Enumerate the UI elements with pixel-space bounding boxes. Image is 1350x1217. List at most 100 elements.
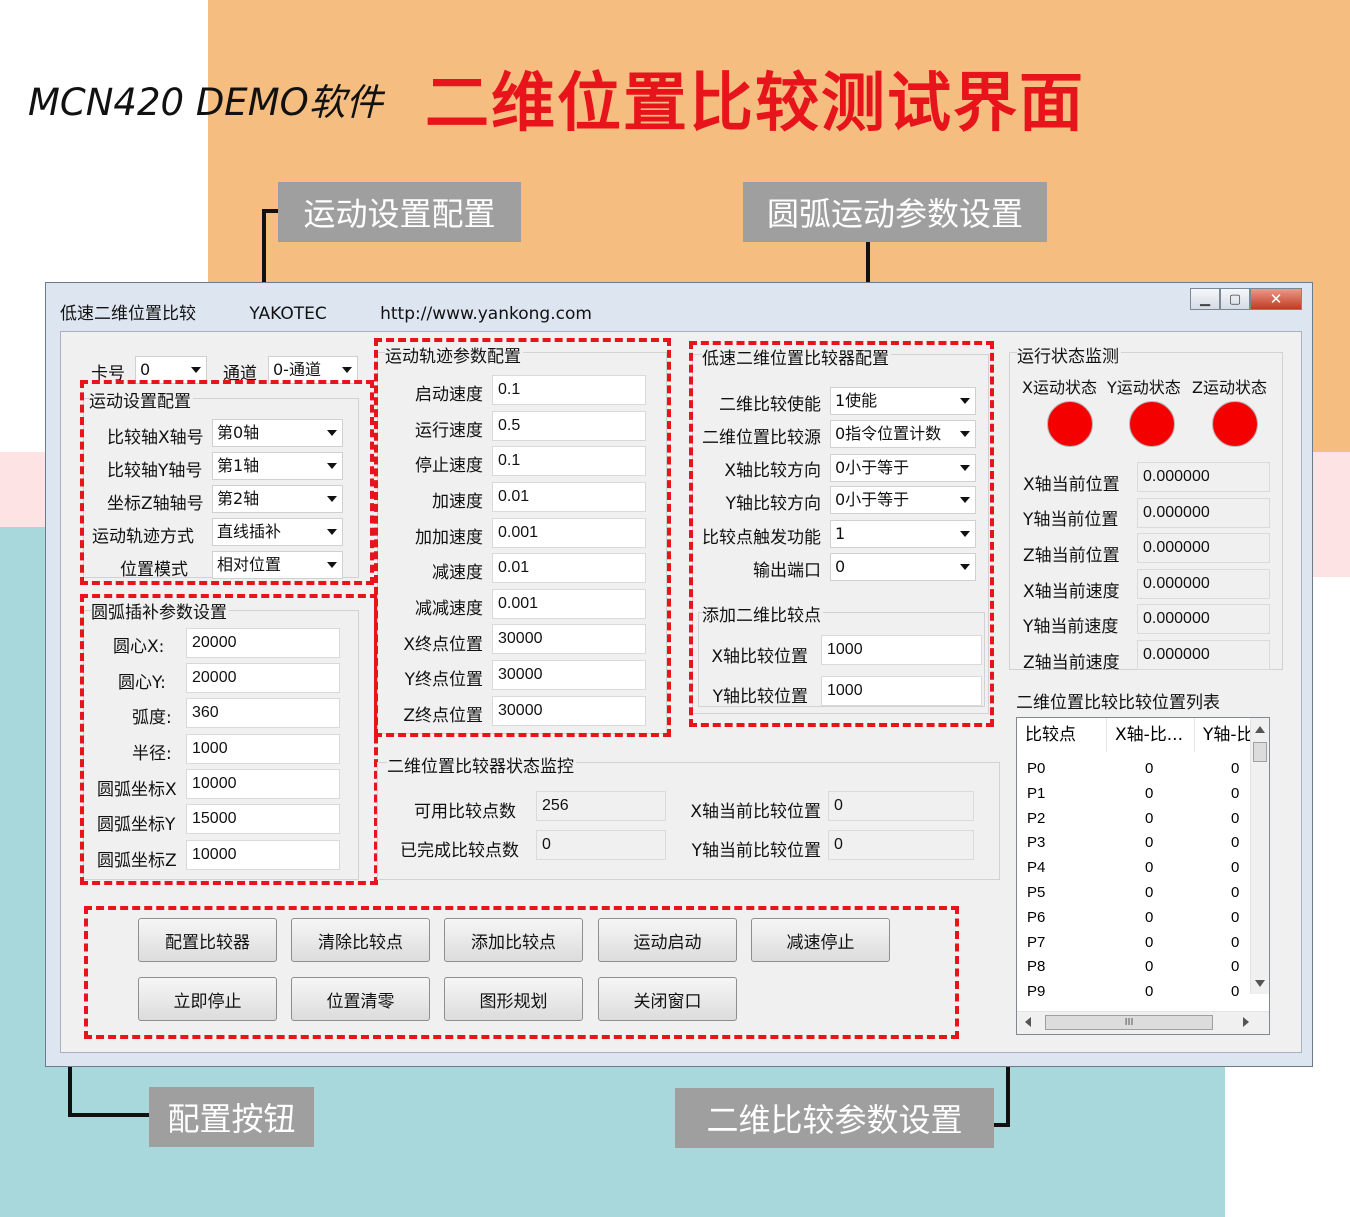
point-list[interactable]: 比较点 X轴-比... Y轴-比... P0 0 0 P1 0 0 P2 0 0 P3 0 0 P4 0 0…: [1016, 717, 1270, 1035]
list-cell: 0: [1145, 859, 1154, 877]
x-pos-label: X轴当前位置: [1023, 475, 1120, 495]
list-cell: P3: [1027, 834, 1046, 852]
window-titlebar: 低速二维位置比较 YAKOTEC http://www.yankong.com: [60, 299, 640, 324]
list-cell: P2: [1027, 809, 1046, 827]
window-controls: ▁ ▢ ✕: [1190, 288, 1302, 310]
scroll-left-icon[interactable]: [1025, 1017, 1031, 1027]
list-item[interactable]: P3 0 0: [1017, 830, 1252, 855]
list-cell: 0: [1231, 958, 1240, 976]
list-cell: 0: [1231, 809, 1240, 827]
scroll-thumb[interactable]: [1253, 742, 1267, 762]
hscroll-grip: III: [1124, 1017, 1134, 1028]
list-cell: 0: [1145, 933, 1154, 951]
list-item[interactable]: P6 0 0: [1017, 905, 1252, 930]
list-cell: 0: [1145, 784, 1154, 802]
y-state-led-icon: [1129, 401, 1175, 447]
y-speed-label: Y轴当前速度: [1023, 617, 1119, 637]
list-cell: 0: [1145, 884, 1154, 901]
x-cur-compare-label: X轴当前比较位置: [690, 802, 821, 822]
list-header-point[interactable]: 比较点: [1017, 718, 1107, 752]
window-title: 低速二维位置比较: [60, 304, 196, 324]
highlight-config-buttons: [84, 906, 959, 1039]
list-item[interactable]: P7 0 0: [1017, 930, 1252, 955]
y-pos-value: 0.000000: [1137, 498, 1270, 528]
list-cell: 0: [1231, 884, 1240, 901]
list-cell: 0: [1145, 983, 1154, 1001]
list-item[interactable]: P5 0 0: [1017, 880, 1252, 905]
list-cell: 0: [1231, 834, 1240, 852]
list-header-x[interactable]: X轴-比...: [1107, 718, 1195, 752]
list-cell: 0: [1145, 958, 1154, 976]
callout-compare-params: 二维比较参数设置: [675, 1088, 994, 1148]
z-state-led-icon: [1212, 401, 1258, 447]
list-item[interactable]: P8 0 0: [1017, 954, 1252, 979]
vertical-scrollbar[interactable]: [1250, 718, 1269, 994]
horizontal-scrollbar[interactable]: III: [1017, 1011, 1269, 1034]
hscroll-thumb[interactable]: III: [1045, 1015, 1213, 1030]
list-cell: P8: [1027, 958, 1046, 976]
list-cell: P0: [1027, 760, 1046, 777]
y-speed-value: 0.000000: [1137, 604, 1270, 634]
highlight-compare-params: [689, 341, 994, 727]
window-company: YAKOTEC: [249, 304, 327, 324]
done-points-value: 0: [536, 830, 666, 860]
y-cur-compare-value: 0: [828, 830, 974, 860]
page-title: 二维位置比较测试界面: [425, 67, 1085, 141]
list-cell: 0: [1145, 834, 1154, 852]
list-item[interactable]: P1 0 0: [1017, 781, 1252, 806]
x-speed-label: X轴当前速度: [1023, 582, 1120, 602]
minimize-icon[interactable]: ▁: [1190, 288, 1220, 310]
close-icon[interactable]: ✕: [1250, 288, 1302, 310]
list-cell: 0: [1145, 809, 1154, 827]
z-pos-value: 0.000000: [1137, 533, 1270, 563]
list-cell: P6: [1027, 908, 1046, 926]
callout-motion-settings: 运动设置配置: [278, 182, 521, 242]
list-cell: P7: [1027, 933, 1046, 951]
maximize-icon[interactable]: ▢: [1220, 288, 1250, 310]
list-cell: 0: [1231, 760, 1240, 777]
chevron-down-icon: [342, 367, 352, 373]
list-cell: 0: [1231, 859, 1240, 877]
window-url: http://www.yankong.com: [380, 304, 592, 324]
list-cell: P5: [1027, 884, 1046, 901]
list-item[interactable]: P9 0 0: [1017, 979, 1252, 1004]
list-cell: 0: [1231, 908, 1240, 926]
x-speed-value: 0.000000: [1137, 569, 1270, 599]
window-client-area: 卡号 0 通道 0-通道 运动设置配置 比较轴X轴号 第0轴 比较轴Y轴号 第1…: [60, 331, 1302, 1053]
status-monitor-title: 二维位置比较器状态监控: [387, 752, 576, 777]
scroll-down-icon[interactable]: [1255, 980, 1265, 987]
list-item[interactable]: P4 0 0: [1017, 855, 1252, 880]
callout-arc-params: 圆弧运动参数设置: [743, 182, 1047, 242]
run-monitor-title: 运行状态监测: [1017, 342, 1121, 367]
y-pos-label: Y轴当前位置: [1023, 510, 1119, 530]
product-subtitle: MCN420 DEMO软件: [28, 81, 383, 124]
list-cell: 0: [1145, 760, 1154, 777]
highlight-motion-settings: [80, 380, 374, 585]
list-item[interactable]: P0 0 0: [1017, 756, 1252, 781]
list-cell: 0: [1231, 983, 1240, 1001]
x-cur-compare-value: 0: [828, 791, 974, 821]
list-header-y[interactable]: Y轴-比...: [1195, 718, 1251, 752]
z-state-label: Z运动状态: [1192, 378, 1267, 397]
chevron-down-icon: [191, 367, 201, 373]
y-state-label: Y运动状态: [1107, 378, 1181, 397]
list-cell: 0: [1231, 784, 1240, 802]
app-window: 低速二维位置比较 YAKOTEC http://www.yankong.com …: [45, 282, 1313, 1067]
list-item[interactable]: P2 0 0: [1017, 806, 1252, 831]
list-cell: P4: [1027, 859, 1046, 877]
scroll-right-icon[interactable]: [1243, 1017, 1249, 1027]
scroll-up-icon[interactable]: [1255, 726, 1265, 733]
highlight-track-params: [374, 338, 671, 737]
avail-points-label: 可用比较点数: [414, 802, 516, 822]
highlight-arc-params: [80, 594, 378, 885]
z-pos-label: Z轴当前位置: [1023, 546, 1120, 566]
z-speed-label: Z轴当前速度: [1023, 653, 1120, 673]
list-cell: P1: [1027, 784, 1046, 802]
point-list-title: 二维位置比较比较位置列表: [1016, 688, 1222, 713]
connector-buttons-h2: [68, 1113, 150, 1117]
list-cell: P9: [1027, 983, 1046, 1001]
y-cur-compare-label: Y轴当前比较位置: [691, 841, 821, 861]
z-speed-value: 0.000000: [1137, 640, 1270, 670]
card-select-value: 0: [140, 360, 151, 379]
avail-points-value: 256: [536, 791, 666, 821]
